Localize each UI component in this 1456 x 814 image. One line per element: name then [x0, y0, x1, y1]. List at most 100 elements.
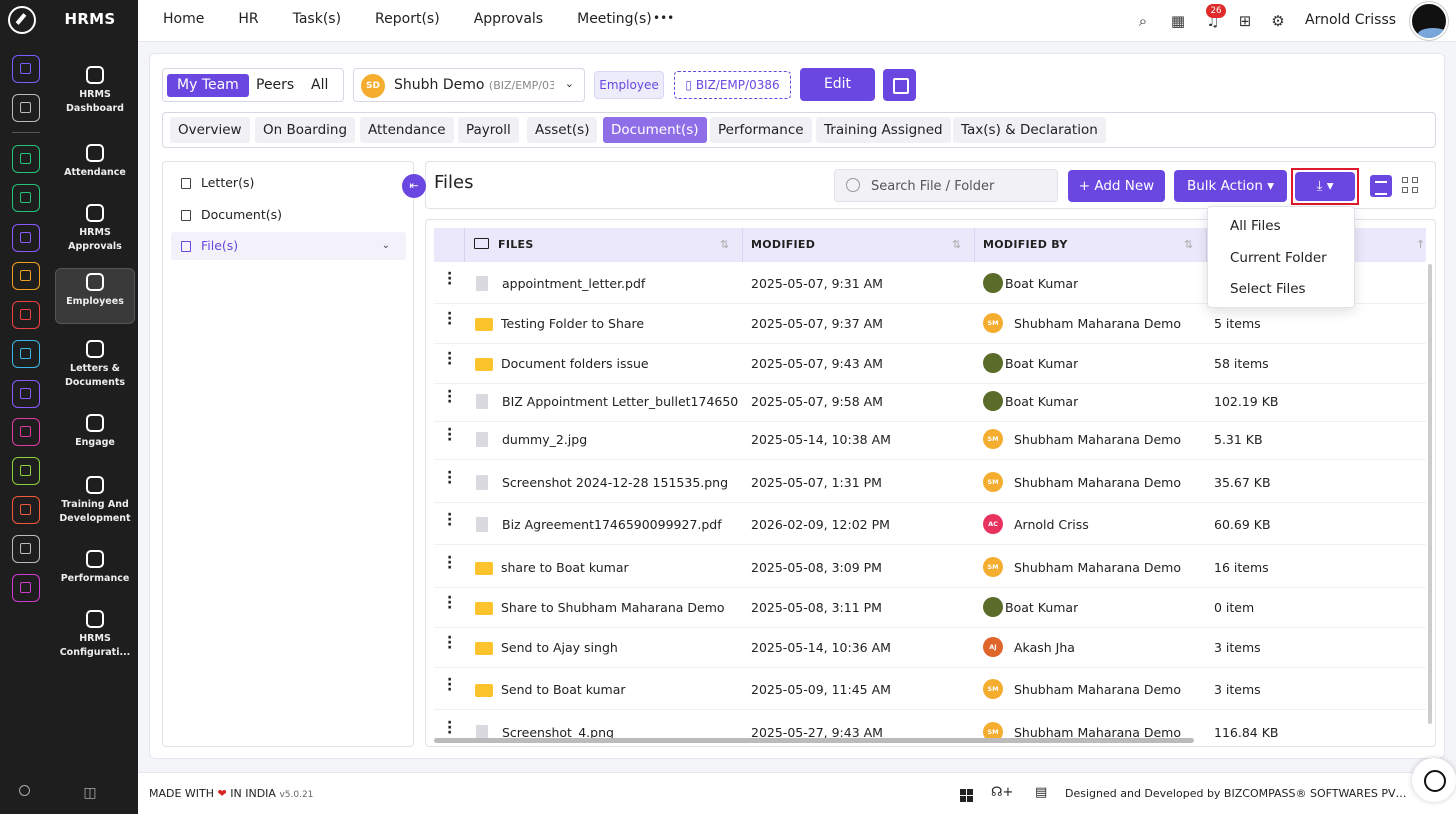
- sidebar-item-hrms-approvals[interactable]: HRMS Approvals: [55, 200, 135, 254]
- kebab-menu-icon[interactable]: · · ·: [447, 716, 452, 740]
- employee-select[interactable]: SD Shubh Demo (BIZ/EMP/0386 ⌄: [353, 68, 585, 102]
- rail-module-icon[interactable]: [12, 55, 40, 83]
- grid-view-icon[interactable]: [1400, 175, 1422, 197]
- sort-icon[interactable]: ⇅: [720, 228, 729, 262]
- table-row[interactable]: · · · Share to Shubham Maharana Demo 2025-05…: [434, 588, 1426, 628]
- rail-module-icon[interactable]: [12, 262, 40, 290]
- rail-module-icon[interactable]: [12, 94, 40, 122]
- add-new-button[interactable]: + Add New: [1068, 170, 1165, 202]
- tab-training-assigned[interactable]: Training Assigned: [816, 117, 951, 143]
- download-option-all-files[interactable]: All Files: [1230, 218, 1281, 234]
- tab-performance[interactable]: Performance: [710, 117, 812, 143]
- collapse-panel-icon[interactable]: ⇤: [402, 174, 426, 198]
- rail-module-icon[interactable]: [12, 380, 40, 408]
- gear-icon[interactable]: ⚙: [1269, 12, 1287, 30]
- top-menu-reports[interactable]: Report(s): [375, 11, 440, 27]
- sidebar-item-letters-documents[interactable]: Letters & Documents: [55, 336, 135, 390]
- rail-module-icon[interactable]: [12, 340, 40, 368]
- vertical-scrollbar[interactable]: [1428, 264, 1432, 724]
- user-name[interactable]: Arnold Crisss: [1305, 12, 1396, 28]
- windows-icon[interactable]: [960, 789, 973, 802]
- kebab-menu-icon[interactable]: · · ·: [447, 631, 452, 655]
- col-modified[interactable]: MODIFIED: [751, 228, 815, 262]
- list-view-icon[interactable]: [1370, 175, 1392, 197]
- download-button[interactable]: ⤓ ▾: [1295, 172, 1355, 201]
- kebab-menu-icon[interactable]: · · ·: [447, 385, 452, 409]
- download-option-select-files[interactable]: Select Files: [1230, 281, 1306, 297]
- kebab-menu-icon[interactable]: · · ·: [447, 267, 452, 291]
- search-icon[interactable]: [12, 778, 40, 806]
- app-logo-icon[interactable]: [8, 6, 36, 34]
- file-name[interactable]: share to Boat kumar: [501, 548, 737, 588]
- kebab-menu-icon[interactable]: · · ·: [447, 673, 452, 697]
- tree-item-documents[interactable]: Document(s): [171, 201, 406, 229]
- tree-item-files[interactable]: File(s) ⌄: [171, 232, 406, 260]
- rail-module-icon[interactable]: [12, 496, 40, 524]
- more-menu-icon[interactable]: •••: [653, 11, 674, 25]
- file-name[interactable]: Screenshot 2024-12-28 151535.png: [502, 463, 738, 503]
- rail-module-icon[interactable]: [12, 418, 40, 446]
- tree-item-letters[interactable]: Letter(s): [171, 169, 406, 197]
- bulk-action-button[interactable]: Bulk Action ▾: [1174, 170, 1287, 202]
- file-name[interactable]: Send to Ajay singh: [501, 628, 737, 668]
- kebab-menu-icon[interactable]: · · ·: [447, 307, 452, 331]
- edit-button[interactable]: Edit: [800, 68, 875, 101]
- table-row[interactable]: · · · Send to Ajay singh 2025-05-14, 10:36 A…: [434, 628, 1426, 668]
- search-input[interactable]: [871, 176, 1051, 196]
- scope-all[interactable]: All: [301, 74, 338, 97]
- scope-my-team[interactable]: My Team: [167, 74, 249, 97]
- tab-tax-s-declaration[interactable]: Tax(s) & Declaration: [953, 117, 1106, 143]
- file-name[interactable]: dummy_2.jpg: [502, 420, 738, 460]
- table-row[interactable]: · · · Testing Folder to Share 2025-05-07, 9:…: [434, 304, 1426, 344]
- scope-peers[interactable]: Peers: [246, 74, 304, 97]
- kebab-menu-icon[interactable]: · · ·: [447, 508, 452, 532]
- sidebar-item-employees[interactable]: Employees: [55, 268, 135, 324]
- sidebar-item-engage[interactable]: Engage: [55, 410, 135, 450]
- col-modified-by[interactable]: MODIFIED BY: [983, 228, 1068, 262]
- tab-attendance[interactable]: Attendance: [360, 117, 454, 143]
- rail-module-icon[interactable]: [12, 535, 40, 563]
- table-row[interactable]: ··· BIZ Appointment Letter_bullet17465062…: [434, 382, 1426, 422]
- apps-grid-icon[interactable]: ⊞: [1236, 12, 1254, 30]
- sidebar-item-hrms-configurati[interactable]: HRMS Configurati...: [55, 606, 135, 660]
- employee-code-badge[interactable]: ▯ BIZ/EMP/0386: [674, 71, 791, 99]
- tab-on-boarding[interactable]: On Boarding: [255, 117, 356, 143]
- top-menu-home[interactable]: Home: [163, 11, 204, 27]
- table-row[interactable]: · · · share to Boat kumar 2025-05-08, 3:09 P…: [434, 548, 1426, 588]
- file-name[interactable]: Send to Boat kumar: [501, 670, 737, 710]
- headset-icon[interactable]: ☊+: [991, 785, 1013, 800]
- rail-module-icon[interactable]: [12, 145, 40, 173]
- search-icon[interactable]: ⌕: [1134, 12, 1152, 30]
- kebab-menu-icon[interactable]: · · ·: [447, 347, 452, 371]
- kebab-menu-icon[interactable]: · · ·: [447, 551, 452, 575]
- stopwatch-icon[interactable]: [1412, 758, 1456, 802]
- top-menu-approvals[interactable]: Approvals: [474, 11, 543, 27]
- file-name[interactable]: Testing Folder to Share: [501, 304, 737, 344]
- sidebar-item-hrms-dashboard[interactable]: HRMS Dashboard: [55, 62, 135, 116]
- rail-module-icon[interactable]: [12, 184, 40, 212]
- top-menu-tasks[interactable]: Task(s): [293, 11, 341, 27]
- calendar-card-icon[interactable]: [883, 69, 916, 101]
- rail-module-icon[interactable]: [12, 574, 40, 602]
- top-menu-hr[interactable]: HR: [238, 11, 258, 27]
- calendar-icon[interactable]: ▦: [1169, 12, 1187, 30]
- table-row[interactable]: · · · Send to Boat kumar 2025-05-09, 11:45 A…: [434, 670, 1426, 710]
- file-name[interactable]: BIZ Appointment Letter_bullet17465062...: [502, 382, 738, 422]
- collapse-sidebar-icon[interactable]: ◫: [42, 785, 138, 801]
- chevron-down-icon[interactable]: ⌄: [382, 232, 390, 260]
- sort-icon[interactable]: ⇅: [952, 228, 961, 262]
- file-name[interactable]: appointment_letter.pdf: [502, 264, 738, 304]
- tab-overview[interactable]: Overview: [170, 117, 250, 143]
- user-avatar[interactable]: [1410, 2, 1448, 40]
- kebab-menu-icon[interactable]: · · ·: [447, 423, 452, 447]
- sidebar-item-attendance[interactable]: Attendance: [55, 140, 135, 180]
- file-name[interactable]: Share to Shubham Maharana Demo: [501, 588, 737, 628]
- table-row[interactable]: · · · Document folders issue 2025-05-07, 9:4…: [434, 344, 1426, 384]
- rail-module-icon[interactable]: [12, 224, 40, 252]
- top-menu-meetings[interactable]: Meeting(s): [577, 11, 652, 27]
- table-row[interactable]: · · · dummy_2.jpg 2025-05-14, 10:38 AM SM Shub…: [434, 420, 1426, 460]
- table-row[interactable]: · · · Screenshot 2024-12-28 151535.png 2025-…: [434, 463, 1426, 503]
- file-name[interactable]: Document folders issue: [501, 344, 737, 384]
- col-files[interactable]: FILES: [498, 228, 534, 262]
- kebab-menu-icon[interactable]: · · ·: [447, 466, 452, 490]
